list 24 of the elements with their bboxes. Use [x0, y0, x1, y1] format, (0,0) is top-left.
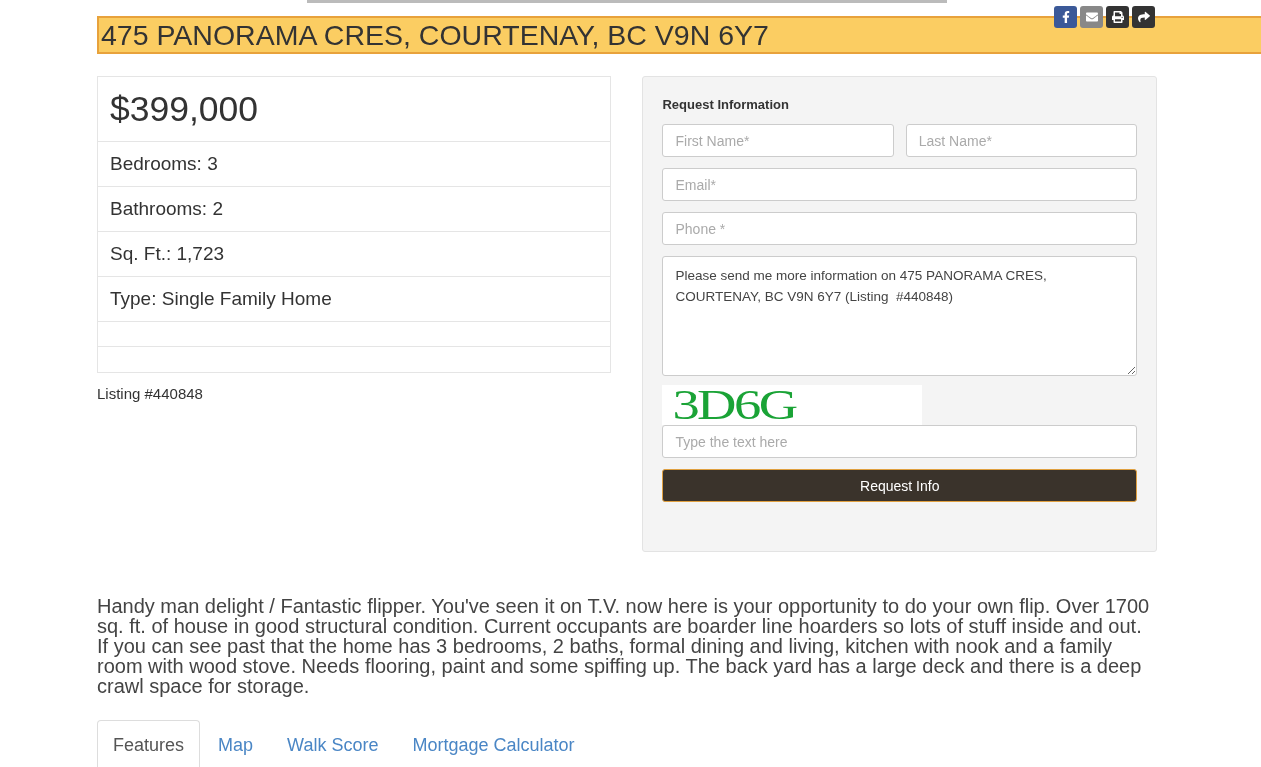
- price: $399,000: [98, 77, 611, 142]
- request-info-button[interactable]: Request Info: [662, 469, 1137, 502]
- description: Handy man delight / Fantastic flipper. You've seen it on T.V. now here is your opportunity to do your own flip. Over 1700 sq. ft. of house in good structural condition. Current occupants are boarder line hoarders so lots of stuff inside and out. If you can see past that the home has 3 bedrooms, 2 baths, formal dining and living, kitchen with nook and a family room with wood stove. Needs flooring, paint and some spiffing up. The back yard has a large deck and there is a deep crawl space for storage.: [97, 596, 1151, 696]
- email-icon: [1085, 11, 1098, 23]
- form-title: Request Information: [662, 97, 790, 112]
- property-address: 475 PANORAMA CRES, COURTENAY, BC V9N 6Y7: [101, 18, 769, 52]
- captcha-field[interactable]: Type the text here: [662, 425, 1137, 458]
- message-field[interactable]: Please send me more information on 475 PANORAMA CRES, COURTENAY, BC V9N 6Y7 (Listing #440848): [662, 256, 1137, 376]
- share-icon: [1137, 11, 1150, 23]
- listing-number: Listing #440848: [97, 385, 204, 402]
- print-button[interactable]: [1106, 6, 1129, 28]
- detail-row: Bathrooms: 2: [98, 187, 611, 232]
- first-name-field[interactable]: First Name*: [662, 124, 894, 157]
- phone-field[interactable]: Phone *: [662, 212, 1137, 245]
- detail-row: Type: Single Family Home: [98, 277, 611, 322]
- last-name-field[interactable]: Last Name*: [905, 124, 1137, 157]
- captcha-image: 3D6G: [662, 385, 923, 425]
- facebook-button[interactable]: [1054, 6, 1077, 28]
- print-icon: [1111, 11, 1124, 23]
- email-field[interactable]: Email*: [662, 168, 1137, 201]
- share-button[interactable]: [1132, 6, 1155, 28]
- detail-row: Bedrooms: 3: [98, 142, 611, 187]
- tab[interactable]: Features: [97, 720, 201, 767]
- detail-row: Sq. Ft.: 1,723: [98, 232, 611, 277]
